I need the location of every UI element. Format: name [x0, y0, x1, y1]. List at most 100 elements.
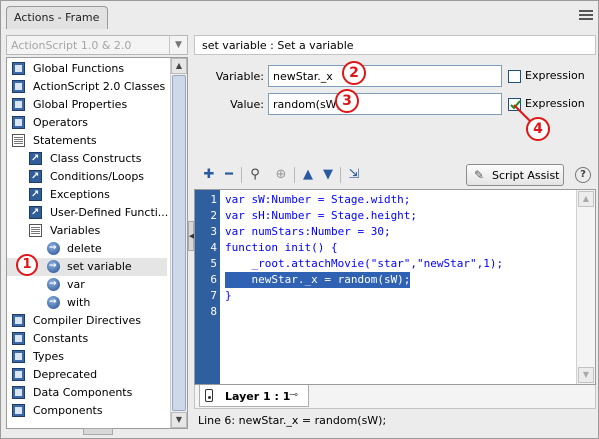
- move-up-icon[interactable]: ▲: [300, 167, 316, 183]
- resize-grip[interactable]: [83, 428, 113, 435]
- line-number: 1: [210, 193, 217, 206]
- callout-1: 1: [16, 254, 38, 276]
- add-action-icon[interactable]: ✚: [201, 167, 217, 183]
- line-number: 3: [210, 225, 217, 238]
- action-icon: [47, 239, 60, 257]
- tree-item-as2-classes[interactable]: ActionScript 2.0 Classes: [7, 78, 167, 96]
- move-down-icon[interactable]: ▼: [320, 167, 336, 183]
- action-icon: [47, 293, 60, 311]
- tree-item-class-constructs[interactable]: Class Constructs: [7, 150, 167, 168]
- code-line[interactable]: function init() {: [225, 240, 338, 256]
- version-select-value: ActionScript 1.0 & 2.0: [11, 39, 132, 52]
- line-number: 7: [210, 289, 217, 302]
- book-icon: [29, 150, 42, 168]
- value-input[interactable]: random(sW): [268, 93, 502, 115]
- book-icon: [29, 204, 42, 222]
- scroll-up-icon[interactable]: ▲: [171, 58, 187, 74]
- code-line[interactable]: var sH:Number = Stage.height;: [225, 208, 417, 224]
- book-icon: [12, 332, 25, 345]
- tree-item-statements[interactable]: Statements: [7, 132, 167, 150]
- book-icon: [12, 62, 25, 75]
- tree-item-global-functions[interactable]: Global Functions: [7, 60, 167, 78]
- chevron-down-icon[interactable]: ▼: [169, 36, 187, 54]
- panel-title-tab[interactable]: Actions - Frame: [6, 6, 108, 29]
- variable-label: Variable:: [215, 70, 264, 83]
- line-number: 8: [210, 305, 217, 318]
- open-book-icon: [12, 134, 25, 147]
- magic-wand-icon: ✎: [474, 168, 485, 182]
- action-tree: Global Functions ActionScript 2.0 Classe…: [6, 57, 188, 429]
- line-number-gutter: 1 2 3 4 5 6 7 8: [195, 190, 220, 384]
- book-icon: [12, 314, 25, 327]
- actions-panel: Actions - Frame ActionScript 1.0 & 2.0 ▼…: [0, 0, 599, 439]
- tree-item-deprecated[interactable]: Deprecated: [7, 366, 167, 384]
- script-icon: [205, 389, 213, 402]
- actions-toolbox: ActionScript 1.0 & 2.0 ▼ Global Function…: [6, 35, 188, 435]
- help-icon[interactable]: ?: [575, 167, 591, 183]
- tree-item-variables[interactable]: Variables: [7, 222, 167, 240]
- tree-item-exceptions[interactable]: Exceptions: [7, 186, 167, 204]
- book-icon: [29, 186, 42, 204]
- line-number: 5: [210, 257, 217, 270]
- tree-item-with[interactable]: with: [7, 293, 167, 312]
- code-line[interactable]: _root.attachMovie("star","newStar",1);: [225, 256, 503, 272]
- insert-target-icon[interactable]: ⊕: [273, 167, 289, 183]
- find-icon[interactable]: ⚲: [247, 167, 263, 183]
- toolbar-divider: [340, 167, 341, 183]
- action-icon: [47, 275, 60, 293]
- tree-item-components[interactable]: Components: [7, 402, 167, 420]
- status-bar: Line 6: newStar._x = random(sW);: [198, 414, 387, 427]
- script-assist-button[interactable]: ✎ Script Assist: [466, 164, 564, 186]
- code-line[interactable]: var numStars:Number = 30;: [225, 224, 391, 240]
- layer-tab[interactable]: Layer 1 : 1 ⊸: [199, 385, 309, 407]
- editor-toolbar: ✚ ━ ⚲ ⊕ ▲ ▼ ⇲ ✎ Script Assist ?: [194, 163, 596, 187]
- panel-menu-icon[interactable]: [577, 8, 595, 22]
- code-line[interactable]: }: [225, 288, 232, 304]
- tree-item-user-defined-functions[interactable]: User-Defined Functi...: [7, 204, 168, 222]
- delete-action-icon[interactable]: ━: [221, 167, 237, 183]
- code-line[interactable]: var sW:Number = Stage.width;: [225, 192, 410, 208]
- book-icon: [12, 98, 25, 111]
- tree-item-types[interactable]: Types: [7, 348, 167, 366]
- variable-expression-label: Expression: [525, 69, 585, 82]
- callout-4: 4: [526, 117, 550, 141]
- action-description: set variable : Set a variable: [194, 35, 596, 55]
- callout-2: 2: [342, 61, 366, 85]
- tree-item-data-components[interactable]: Data Components: [7, 384, 167, 402]
- title-bar: Actions - Frame: [1, 1, 598, 29]
- debug-options-icon[interactable]: ⇲: [346, 167, 362, 183]
- script-tab-bar: Layer 1 : 1 ⊸: [194, 385, 596, 409]
- tree-item-conditions-loops[interactable]: Conditions/Loops: [7, 168, 167, 186]
- script-assist-label: Script Assist: [492, 169, 560, 182]
- line-number: 6: [210, 273, 217, 286]
- open-book-icon: [29, 224, 42, 237]
- tree-item-compiler-directives[interactable]: Compiler Directives: [7, 312, 167, 330]
- tree-item-operators[interactable]: Operators: [7, 114, 167, 132]
- variable-expression-checkbox[interactable]: [508, 70, 521, 83]
- book-icon: [12, 80, 25, 93]
- pin-script-icon[interactable]: ⊸: [289, 388, 298, 401]
- line-number: 4: [210, 241, 217, 254]
- toolbar-divider: [241, 167, 242, 183]
- editor-scrollbar[interactable]: ▲ ▼: [576, 190, 595, 384]
- value-label: Value:: [230, 98, 264, 111]
- toolbox-resize: [6, 428, 188, 435]
- scroll-thumb[interactable]: [172, 75, 186, 411]
- variable-input[interactable]: newStar._x: [268, 65, 502, 87]
- action-icon: [47, 257, 60, 275]
- tree-item-constants[interactable]: Constants: [7, 330, 167, 348]
- book-icon: [29, 168, 42, 186]
- scroll-up-icon[interactable]: ▲: [578, 191, 594, 207]
- layer-tab-label: Layer 1 : 1: [225, 390, 291, 403]
- book-icon: [12, 386, 25, 399]
- script-editor[interactable]: 1 2 3 4 5 6 7 8 var sW:Number = Stage.wi…: [194, 189, 596, 385]
- scroll-down-icon[interactable]: ▼: [578, 367, 594, 383]
- version-select[interactable]: ActionScript 1.0 & 2.0 ▼: [6, 35, 188, 55]
- tree-item-var[interactable]: var: [7, 275, 167, 294]
- code-line-selected[interactable]: newStar._x = random(sW);: [225, 272, 411, 288]
- book-icon: [12, 116, 25, 129]
- book-icon: [12, 350, 25, 363]
- scroll-down-icon[interactable]: ▼: [171, 412, 187, 428]
- tree-scrollbar[interactable]: ▲ ▼: [170, 58, 187, 428]
- tree-item-global-properties[interactable]: Global Properties: [7, 96, 167, 114]
